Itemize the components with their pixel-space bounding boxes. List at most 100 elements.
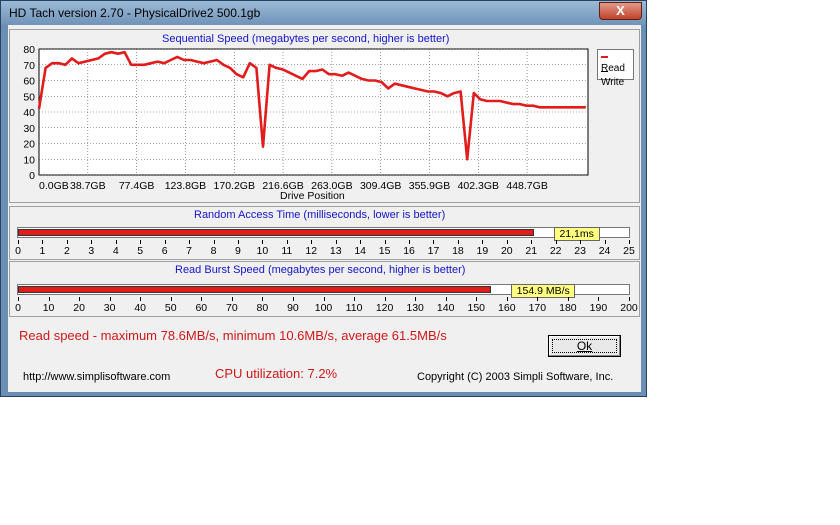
scale-label: 16: [403, 245, 415, 257]
scale-tick: [555, 240, 557, 244]
scale-tick: [66, 240, 68, 244]
ok-button[interactable]: Ok: [548, 335, 621, 357]
scale-tick: [164, 240, 166, 244]
scale-label: 15: [378, 245, 391, 257]
scale-tick: [567, 297, 569, 301]
scale-tick: [201, 297, 203, 301]
burst-bar-fill: [18, 286, 492, 293]
scale-tick: [506, 297, 508, 301]
x-tick-label: 123.8GB: [165, 180, 206, 192]
scale-label: 6: [161, 245, 168, 257]
scale-label: 140: [436, 302, 455, 314]
random-access-value: 21,1ms: [553, 227, 600, 241]
scale-tick: [170, 297, 172, 301]
scale-label: 110: [345, 302, 363, 314]
scale-label: 120: [375, 302, 394, 314]
scale-label: 10: [42, 302, 55, 314]
x-tick-label: 170.2GB: [214, 180, 255, 192]
scale-tick: [115, 240, 117, 244]
scale-label: 130: [406, 302, 424, 314]
scale-label: 1: [39, 245, 46, 257]
scale-label: 8: [210, 245, 217, 257]
scale-label: 190: [589, 302, 608, 314]
scale-tick: [354, 297, 356, 301]
x-axis-label: Drive Position: [280, 190, 345, 202]
scale-tick: [629, 297, 630, 301]
scale-label: 4: [112, 245, 119, 257]
scale-tick: [604, 240, 606, 244]
scale-tick: [109, 297, 111, 301]
scale-label: 3: [88, 245, 95, 257]
x-tick-label: 309.4GB: [360, 180, 401, 192]
scale-label: 9: [235, 245, 241, 257]
scale-tick: [531, 240, 533, 244]
scale-tick: [457, 240, 459, 244]
scale-tick: [262, 240, 264, 244]
scale-tick: [262, 297, 264, 301]
random-access-title: Random Access Time (milliseconds, lower …: [194, 209, 446, 221]
scale-tick: [213, 240, 215, 244]
scale-label: 22: [549, 245, 562, 257]
scale-tick: [598, 297, 600, 301]
y-tick-label: 60: [23, 76, 35, 88]
read-speed-summary: Read speed - maximum 78.6MB/s, minimum 1…: [19, 328, 447, 343]
scale-tick: [323, 297, 325, 301]
random-access-panel: Random Access Time (milliseconds, lower …: [9, 206, 640, 260]
scale-tick: [18, 297, 19, 301]
burst-panel: Read Burst Speed (megabytes per second, …: [9, 261, 640, 317]
scale-tick: [384, 240, 386, 244]
window-title: HD Tach version 2.70 - PhysicalDrive2 50…: [9, 6, 261, 20]
scale-tick: [335, 240, 337, 244]
sequential-chart: 80 70 60 50 40 30 20 10 0 0.0GB 38.7GB 77.4GB 123.8G…: [23, 44, 589, 192]
scale-label: 7: [186, 245, 192, 257]
scale-label: 30: [103, 302, 116, 314]
scale-tick: [445, 297, 447, 301]
scale-tick: [629, 240, 630, 244]
close-button[interactable]: X: [599, 2, 642, 20]
scale-label: 21: [525, 245, 538, 257]
scale-tick: [140, 297, 142, 301]
scale-label: 5: [137, 245, 144, 257]
scale-label: 50: [164, 302, 177, 314]
scale-label: 100: [314, 302, 333, 314]
title-bar[interactable]: HD Tach version 2.70 - PhysicalDrive2 50…: [1, 1, 646, 25]
y-tick-label: 30: [23, 123, 35, 135]
legend-write-swatch: [601, 70, 608, 72]
scale-label: 0: [15, 245, 21, 257]
plot-area: [38, 48, 589, 176]
legend-write-label: Write: [601, 77, 625, 88]
ok-label: Ok: [576, 339, 593, 353]
y-tick-label: 20: [23, 139, 35, 151]
legend-read-swatch: [601, 56, 608, 59]
scale-tick: [292, 297, 294, 301]
random-access-bar-track: [17, 227, 630, 238]
x-tick-label: 77.4GB: [119, 180, 155, 192]
scale-label: 80: [256, 302, 269, 314]
scale-tick: [140, 240, 142, 244]
scale-label: 19: [476, 245, 489, 257]
scale-tick: [48, 297, 50, 301]
scale-tick: [476, 297, 478, 301]
y-tick-label: 50: [23, 91, 35, 103]
scale-label: 14: [354, 245, 366, 257]
copyright: Copyright (C) 2003 Simpli Software, Inc.: [417, 371, 614, 383]
x-tick-label: 355.9GB: [409, 180, 450, 192]
scale-label: 90: [287, 302, 299, 314]
sequential-panel: Sequential Speed (megabytes per second, …: [9, 29, 640, 203]
cpu-utilization: CPU utilization: 7.2%: [215, 366, 338, 381]
scale-label: 170: [528, 302, 547, 314]
scale-label: 2: [63, 245, 70, 257]
legend-write: Write: [601, 66, 633, 88]
x-tick-label: 38.7GB: [70, 180, 106, 192]
burst-value: 154.9 MB/s: [511, 284, 576, 298]
scale-label: 150: [467, 302, 486, 314]
scale-tick: [79, 297, 81, 301]
scale-label: 13: [329, 245, 342, 257]
scale-tick: [286, 240, 288, 244]
y-tick-label: 10: [23, 154, 35, 166]
scale-label: 10: [256, 245, 269, 257]
x-tick-label: 448.7GB: [506, 180, 547, 192]
scale-label: 160: [498, 302, 516, 314]
y-tick-label: 0: [29, 170, 35, 182]
scale-label: 11: [281, 245, 293, 257]
